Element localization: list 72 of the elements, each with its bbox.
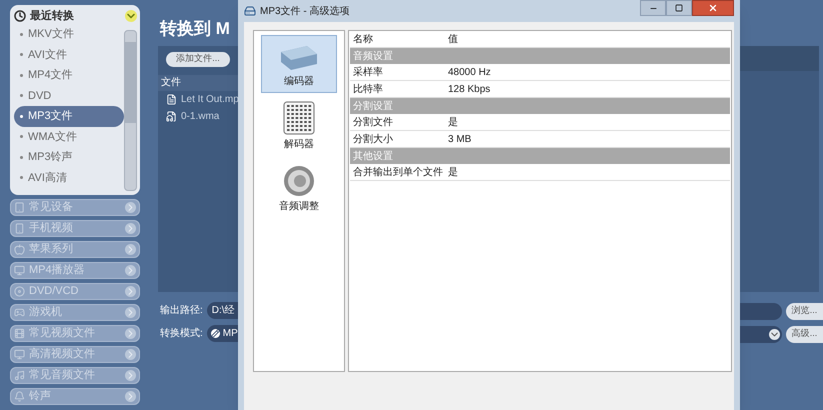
close-button[interactable]	[692, 0, 734, 16]
table-cell-text: 比特率	[352, 82, 384, 96]
phone-icon	[14, 223, 25, 234]
browse-button[interactable]: 浏览...	[786, 302, 823, 320]
maximize-icon	[675, 4, 683, 12]
section-header: 音频设置	[350, 48, 730, 64]
bullet-icon	[20, 114, 23, 118]
disc-icon	[14, 286, 25, 297]
file-name[interactable]: 0-1.wma	[181, 108, 220, 124]
advanced-button[interactable]: 高级...	[786, 326, 823, 342]
bullet-icon	[20, 32, 23, 36]
nav-item[interactable]: 编码器	[261, 35, 337, 93]
section-header: 分割设置	[350, 98, 730, 114]
recent-item[interactable]: MP3铃声	[14, 147, 124, 168]
recent-item[interactable]: DVD	[14, 86, 124, 106]
grid-icon	[283, 101, 315, 135]
recent-item[interactable]: WMA文件	[14, 126, 124, 147]
mode-dropdown[interactable]: MP	[206, 325, 238, 342]
audio-file-icon	[166, 110, 177, 122]
apple-icon	[14, 244, 25, 255]
recent-title: 最近转换	[30, 8, 74, 24]
table-cell-text: 128 Kbps	[447, 82, 490, 96]
recent-item[interactable]: MP4文件	[14, 65, 124, 86]
recent-item[interactable]: MP3文件	[14, 106, 124, 126]
column-header: 名称	[352, 33, 374, 47]
add-file-button[interactable]: 添加文件...	[166, 52, 230, 66]
bullet-icon	[20, 94, 23, 98]
output-path-field[interactable]	[740, 302, 782, 320]
file-icon	[166, 94, 177, 104]
bullet-icon	[20, 156, 23, 159]
dialog-title: MP3文件 - 高级选项	[260, 4, 350, 18]
table-cell-text: 是	[447, 116, 458, 130]
table-cell-text: 是	[447, 166, 458, 180]
app-icon	[244, 5, 256, 17]
bullet-icon	[20, 53, 23, 56]
bell-icon	[14, 391, 25, 402]
column-header: 值	[447, 33, 458, 47]
monitor-icon	[14, 265, 25, 276]
mode-label: 转换模式:	[160, 326, 203, 341]
tablet-icon	[14, 202, 25, 213]
maximize-button[interactable]	[666, 0, 692, 16]
mode-dropdown[interactable]	[740, 326, 782, 342]
music-note-icon	[14, 370, 25, 381]
bullet-icon	[20, 135, 23, 138]
speaker-icon	[283, 165, 315, 197]
collapse-icon[interactable]	[125, 10, 137, 22]
table-cell-text: 合并输出到单个文件	[352, 166, 444, 180]
output-path-label: 输出路径:	[160, 304, 203, 318]
nav-item[interactable]: 解码器	[261, 97, 337, 155]
table-cell-text: 分割文件	[352, 116, 394, 130]
page-title: 转换到 M	[160, 18, 230, 40]
clock-icon	[14, 10, 26, 22]
pencil-icon	[210, 329, 220, 338]
recent-item[interactable]: AVI高清	[14, 168, 124, 188]
bullet-icon	[20, 176, 23, 180]
section-header: 其他设置	[350, 148, 730, 164]
table-cell-text: 分割大小	[352, 132, 394, 146]
table-cell-text: 采样率	[352, 66, 384, 80]
recent-item[interactable]: MKV文件	[14, 24, 124, 44]
dropdown-icon	[769, 328, 780, 340]
scrollbar[interactable]	[124, 30, 137, 191]
table-cell-text: 3 MB	[447, 132, 472, 146]
nav-item[interactable]: 音频调整	[261, 159, 337, 217]
recent-item[interactable]: AVI文件	[14, 44, 124, 65]
film-icon	[14, 328, 25, 339]
monitor-icon	[14, 349, 25, 360]
bullet-icon	[20, 74, 23, 77]
table-cell-text: 48000 Hz	[447, 66, 491, 80]
output-path-field[interactable]: D:\经	[206, 302, 238, 319]
column-header: 文件	[158, 74, 238, 90]
gamepad-icon	[14, 307, 25, 318]
close-icon	[708, 3, 718, 13]
